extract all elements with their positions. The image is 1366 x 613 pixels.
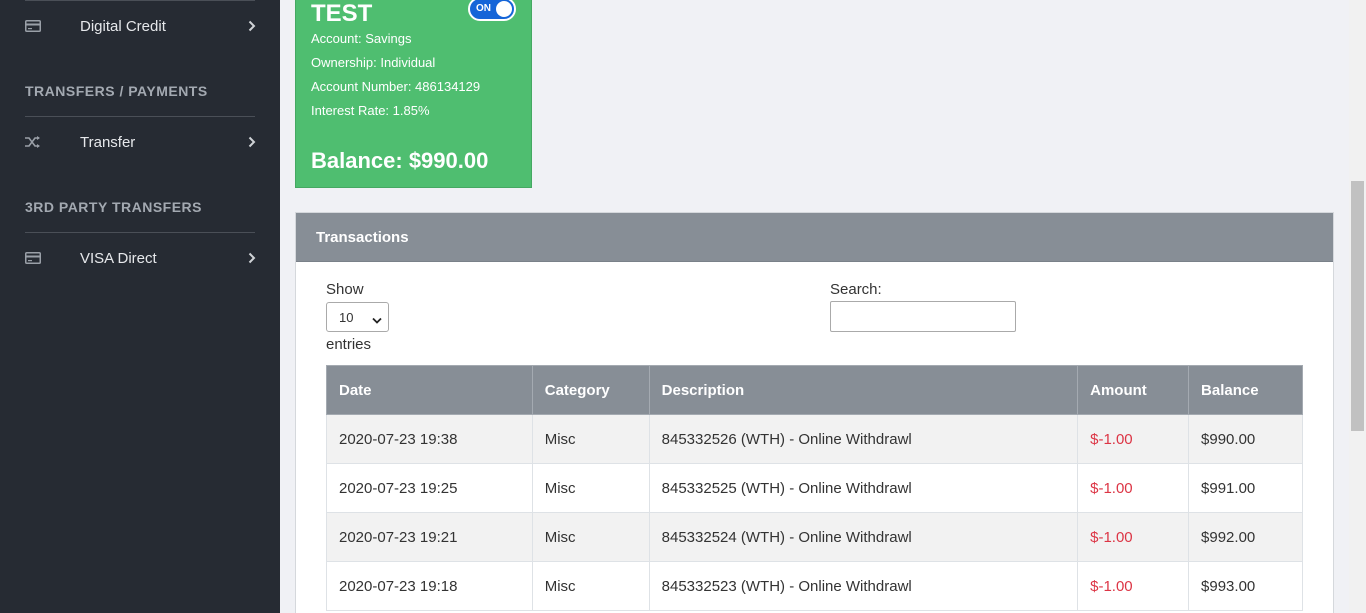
sidebar-item-label: Transfer xyxy=(80,133,136,151)
table-row: 2020-07-23 19:25 Misc 845332525 (WTH) - … xyxy=(326,463,1303,513)
sidebar-divider xyxy=(25,0,255,1)
sidebar-item-label: Digital Credit xyxy=(80,17,166,35)
toggle-knob xyxy=(496,1,512,17)
cell-description: 845332526 (WTH) - Online Withdrawl xyxy=(648,414,1079,464)
transactions-panel: Transactions Show 10 entries Search: Dat… xyxy=(295,212,1334,613)
cell-category: Misc xyxy=(531,512,650,562)
cell-balance: $993.00 xyxy=(1188,561,1303,611)
credit-card-icon xyxy=(25,250,41,266)
table-row: 2020-07-23 19:18 Misc 845332523 (WTH) - … xyxy=(326,561,1303,611)
account-card: TEST ON Account: Savings Ownership: Indi… xyxy=(295,0,532,188)
cell-balance: $992.00 xyxy=(1188,512,1303,562)
sidebar-item-digital-credit[interactable]: Digital Credit xyxy=(0,6,280,46)
search-input[interactable] xyxy=(830,301,1016,332)
cell-category: Misc xyxy=(531,463,650,513)
cell-description: 845332523 (WTH) - Online Withdrawl xyxy=(648,561,1079,611)
cell-balance: $990.00 xyxy=(1188,414,1303,464)
table-header-row: Date Category Description Amount Balance xyxy=(326,365,1303,415)
account-balance: Balance: $990.00 xyxy=(311,148,489,173)
account-number: Account Number: 486134129 xyxy=(311,79,481,94)
sidebar-item-label: VISA Direct xyxy=(80,249,157,267)
transactions-header: Transactions xyxy=(296,213,1333,262)
chevron-right-icon xyxy=(246,136,258,148)
cell-category: Misc xyxy=(531,561,650,611)
sidebar-item-transfer[interactable]: Transfer xyxy=(0,122,280,162)
sidebar-divider xyxy=(25,232,255,233)
chevron-down-icon xyxy=(372,313,382,328)
sidebar: Digital Credit TRANSFERS / PAYMENTS Tran… xyxy=(0,0,280,613)
cell-date: 2020-07-23 19:18 xyxy=(326,561,533,611)
show-label: Show xyxy=(326,281,364,298)
toggle-label: ON xyxy=(476,3,491,14)
sidebar-heading-transfers: TRANSFERS / PAYMENTS xyxy=(25,83,208,99)
credit-card-icon xyxy=(25,18,41,34)
cell-date: 2020-07-23 19:25 xyxy=(326,463,533,513)
entries-label: entries xyxy=(326,336,372,353)
table-row: 2020-07-23 19:38 Misc 845332526 (WTH) - … xyxy=(326,414,1303,464)
cell-amount: $-1.00 xyxy=(1077,512,1190,562)
table-row: 2020-07-23 19:21 Misc 845332524 (WTH) - … xyxy=(326,512,1303,562)
search-label: Search: xyxy=(830,281,882,298)
sidebar-divider xyxy=(25,116,255,117)
account-toggle[interactable]: ON xyxy=(468,0,516,21)
sidebar-heading-3rd-party: 3RD PARTY TRANSFERS xyxy=(25,199,203,215)
page-length-value: 10 xyxy=(339,309,354,325)
transactions-title: Transactions xyxy=(316,229,409,246)
cell-category: Misc xyxy=(531,414,650,464)
cell-amount: $-1.00 xyxy=(1077,414,1190,464)
transactions-table: Date Category Description Amount Balance… xyxy=(326,365,1303,611)
cell-amount: $-1.00 xyxy=(1077,463,1190,513)
account-type: Account: Savings xyxy=(311,31,412,46)
cell-description: 845332524 (WTH) - Online Withdrawl xyxy=(648,512,1079,562)
cell-date: 2020-07-23 19:21 xyxy=(326,512,533,562)
chevron-right-icon xyxy=(246,20,258,32)
account-ownership: Ownership: Individual xyxy=(311,55,436,70)
chevron-right-icon xyxy=(246,252,258,264)
account-name: TEST xyxy=(311,0,373,27)
column-header-date[interactable]: Date xyxy=(326,365,533,415)
column-header-balance[interactable]: Balance xyxy=(1188,365,1303,415)
page-length-select[interactable]: 10 xyxy=(326,302,389,332)
interest-rate: Interest Rate: 1.85% xyxy=(311,103,430,118)
cell-description: 845332525 (WTH) - Online Withdrawl xyxy=(648,463,1079,513)
column-header-category[interactable]: Category xyxy=(531,365,650,415)
cell-amount: $-1.00 xyxy=(1077,561,1190,611)
page-scrollbar[interactable] xyxy=(1349,0,1366,613)
column-header-description[interactable]: Description xyxy=(648,365,1079,415)
column-header-amount[interactable]: Amount xyxy=(1077,365,1190,415)
shuffle-icon xyxy=(25,134,41,150)
scrollbar-thumb[interactable] xyxy=(1351,181,1364,431)
cell-balance: $991.00 xyxy=(1188,463,1303,513)
cell-date: 2020-07-23 19:38 xyxy=(326,414,533,464)
sidebar-item-visa-direct[interactable]: VISA Direct xyxy=(0,238,280,278)
